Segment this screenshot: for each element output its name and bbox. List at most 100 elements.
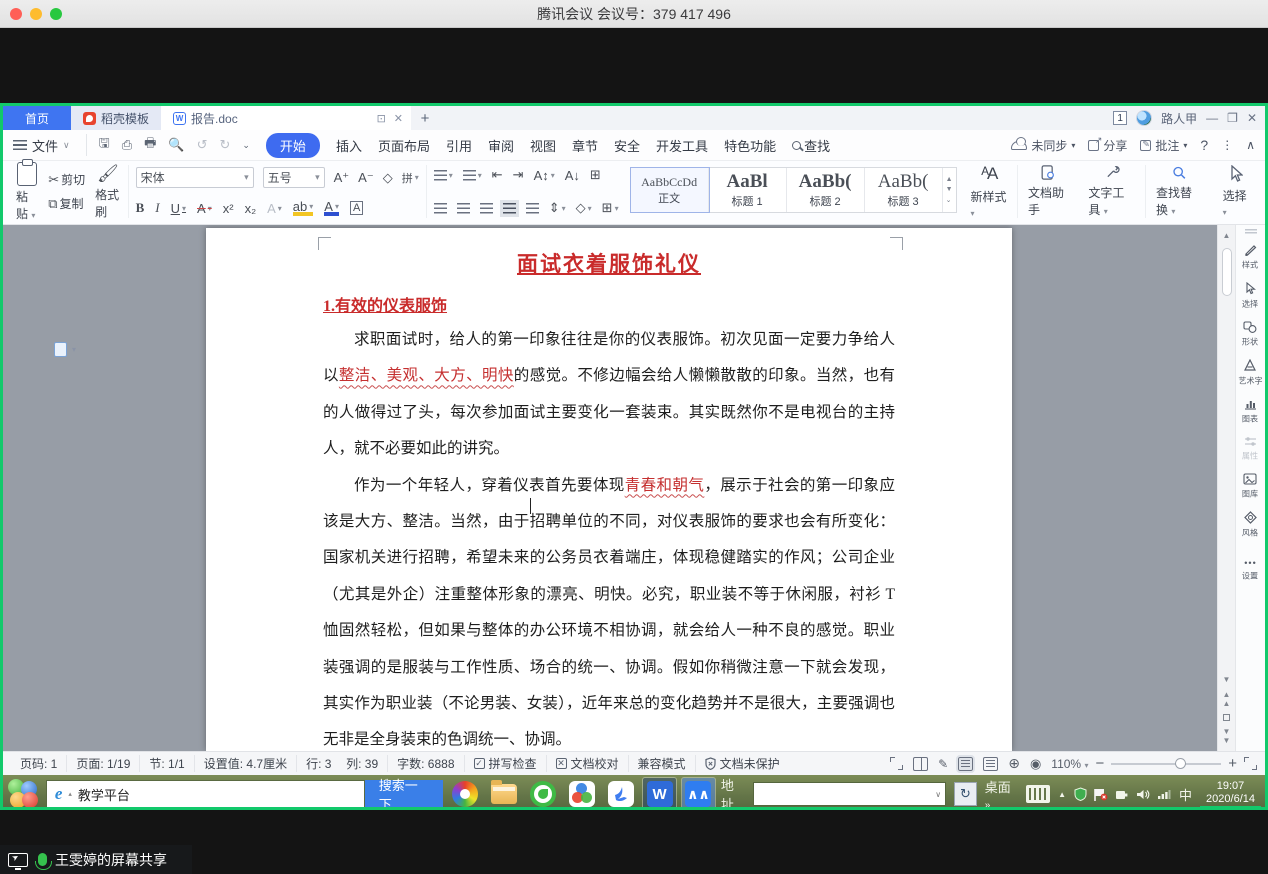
menu-tab-start[interactable]: 开始 bbox=[266, 133, 320, 158]
tab-close-icon[interactable]: ✕ bbox=[394, 112, 403, 125]
distribute-icon[interactable] bbox=[526, 203, 539, 214]
shading-icon[interactable]: ◇▾ bbox=[576, 200, 592, 216]
sidebar-handle[interactable] bbox=[1245, 229, 1257, 235]
pinyin-guide-icon[interactable]: 拼▾ bbox=[402, 170, 419, 186]
sidebar-item-chart[interactable]: 图表 bbox=[1241, 398, 1259, 425]
ime-indicator[interactable]: 中 bbox=[1179, 785, 1192, 804]
status-word-count[interactable]: 字数: 6888 bbox=[387, 755, 463, 772]
flag-alert-icon[interactable] bbox=[1094, 788, 1108, 801]
proofread-button[interactable]: ✕ 文档校对 bbox=[546, 755, 628, 772]
char-effect-icon[interactable]: A▾ bbox=[267, 201, 282, 216]
cut-button[interactable]: ✂ 剪切 bbox=[48, 171, 85, 188]
tray-expand-icon[interactable]: ▲ bbox=[1058, 790, 1066, 799]
taskbar-search-box[interactable]: e ▴ 教学平台 bbox=[46, 780, 365, 808]
page-view-icon[interactable] bbox=[958, 757, 973, 771]
document-page[interactable]: 面试衣着服饰礼仪 1.有效的仪表服饰 求职面试时，给人的第一印象往往是你的仪表服… bbox=[206, 228, 1012, 751]
zoom-slider[interactable] bbox=[1111, 763, 1221, 765]
sync-status[interactable]: 未同步 ▾ bbox=[1011, 137, 1075, 154]
toolbar-more-icon[interactable]: ⌄ bbox=[242, 140, 250, 151]
fit-page-icon[interactable] bbox=[1244, 757, 1257, 770]
tab-home[interactable]: 首页 bbox=[3, 106, 71, 130]
browser-360-icon[interactable] bbox=[449, 778, 482, 810]
close-button[interactable]: ✕ bbox=[1247, 111, 1257, 125]
collapse-ribbon-icon[interactable]: ∧ bbox=[1246, 138, 1255, 152]
user-avatar[interactable] bbox=[1136, 110, 1152, 126]
zoom-level[interactable]: 110% ▾ bbox=[1051, 757, 1088, 771]
char-border-button[interactable]: A bbox=[350, 201, 363, 215]
search-go-button[interactable]: 搜索一下 bbox=[365, 780, 443, 808]
cloud-suite-icon[interactable] bbox=[565, 778, 598, 810]
window-count-badge[interactable]: 1 bbox=[1113, 111, 1127, 125]
sidebar-more-icon[interactable]: ••• bbox=[1244, 558, 1256, 568]
styles-up-icon[interactable]: ▲ bbox=[946, 176, 953, 183]
undo-icon[interactable]: ↺ bbox=[197, 137, 208, 153]
file-explorer-icon[interactable] bbox=[488, 778, 521, 810]
bold-button[interactable]: B bbox=[136, 200, 145, 216]
vertical-scrollbar[interactable]: ▲ ▼ ▲▲ ▼▼ bbox=[1217, 225, 1235, 751]
doc-assistant-button[interactable]: 文档助手 bbox=[1017, 165, 1078, 218]
align-right-icon[interactable] bbox=[480, 203, 493, 214]
menu-tab-references[interactable]: 引用 bbox=[446, 136, 472, 155]
decrease-indent-icon[interactable]: ⇤ bbox=[492, 167, 503, 183]
tab-document[interactable]: W 报告.doc ⊡ ✕ bbox=[161, 106, 411, 130]
borders-icon[interactable]: ⊞▾ bbox=[602, 200, 619, 216]
increase-indent-icon[interactable]: ⇥ bbox=[513, 167, 524, 183]
start-button[interactable] bbox=[7, 778, 40, 810]
text-tools-button[interactable]: 文字工具 ▾ bbox=[1078, 165, 1145, 218]
keyboard-icon[interactable] bbox=[1026, 785, 1050, 803]
tab-docer[interactable]: 稻壳模板 bbox=[71, 106, 161, 130]
scroll-up-icon[interactable]: ▲ bbox=[1223, 231, 1231, 240]
style-heading3[interactable]: AaBb( 标题 3 bbox=[865, 168, 943, 212]
more-menu-icon[interactable]: ⋮ bbox=[1221, 138, 1233, 152]
new-style-button[interactable]: ᴬA 新样式 ▾ bbox=[961, 165, 1018, 218]
shrink-font-button[interactable]: A⁻ bbox=[358, 170, 374, 186]
antivirus-360-icon[interactable] bbox=[527, 778, 560, 810]
print-preview-icon[interactable]: 🔍 bbox=[168, 137, 184, 153]
bullet-list-icon[interactable]: ▾ bbox=[434, 170, 453, 181]
scrollbar-thumb[interactable] bbox=[1222, 248, 1232, 296]
book-view-icon[interactable] bbox=[913, 757, 928, 771]
new-tab-button[interactable]: + bbox=[411, 106, 439, 130]
style-heading2[interactable]: AaBb( 标题 2 bbox=[787, 168, 865, 212]
fullscreen-icon[interactable] bbox=[890, 757, 903, 770]
style-heading1[interactable]: AaBl 标题 1 bbox=[709, 168, 787, 212]
zoom-slider-handle[interactable] bbox=[1175, 758, 1186, 769]
font-name-select[interactable]: 宋体▾ bbox=[136, 167, 254, 188]
paste-button[interactable]: 粘贴 ▾ bbox=[16, 162, 38, 222]
menu-tab-security[interactable]: 安全 bbox=[614, 136, 640, 155]
copy-button[interactable]: ⧉ 复制 bbox=[48, 195, 85, 212]
redo-icon[interactable]: ↻ bbox=[219, 137, 230, 153]
sidebar-item-theme[interactable]: 风格 bbox=[1241, 511, 1259, 539]
eye-protect-icon[interactable]: ◉ bbox=[1030, 756, 1041, 772]
font-size-select[interactable]: 五号▾ bbox=[263, 167, 325, 188]
line-spacing-icon[interactable]: ⇕▾ bbox=[549, 200, 566, 216]
menu-tab-insert[interactable]: 插入 bbox=[336, 136, 362, 155]
highlight-color-button[interactable]: ab▾ bbox=[293, 201, 313, 216]
styles-down-icon[interactable]: ▼ bbox=[946, 186, 953, 193]
desktop-toolbar[interactable]: 桌面 » bbox=[985, 777, 1018, 810]
previous-page-icon[interactable]: ▲▲ bbox=[1223, 690, 1231, 708]
address-input[interactable]: ∨ bbox=[753, 782, 946, 806]
export-icon[interactable]: ⎙ bbox=[122, 137, 132, 153]
help-button[interactable]: ? bbox=[1200, 137, 1208, 153]
find-replace-button[interactable]: 查找替换 ▾ bbox=[1145, 165, 1213, 218]
select-button[interactable]: 选择 ▾ bbox=[1213, 165, 1259, 218]
menu-tab-features[interactable]: 特色功能 bbox=[724, 136, 776, 155]
comment-button[interactable]: 批注 ▾ bbox=[1140, 137, 1187, 154]
refresh-icon[interactable]: ↻ bbox=[954, 782, 977, 806]
menu-tab-section[interactable]: 章节 bbox=[572, 136, 598, 155]
menu-tab-review[interactable]: 审阅 bbox=[488, 136, 514, 155]
justify-icon[interactable] bbox=[503, 203, 516, 214]
menu-tab-dev-tools[interactable]: 开发工具 bbox=[656, 136, 708, 155]
sidebar-item-wordart[interactable]: 艺术字 bbox=[1237, 359, 1264, 387]
sidebar-item-properties[interactable]: 属性 bbox=[1241, 436, 1259, 462]
align-center-icon[interactable] bbox=[457, 203, 470, 214]
save-icon[interactable]: 🖫 bbox=[99, 134, 110, 156]
security-tray-icon[interactable] bbox=[1074, 787, 1087, 801]
sort-icon[interactable]: A↓ bbox=[565, 168, 580, 183]
share-button[interactable]: 分享 bbox=[1088, 137, 1127, 154]
strikethrough-button[interactable]: A▾ bbox=[197, 201, 212, 216]
merge-icon[interactable]: ⊞ bbox=[590, 167, 601, 183]
volume-icon[interactable] bbox=[1136, 788, 1150, 801]
user-name[interactable]: 路人甲 bbox=[1161, 110, 1197, 127]
